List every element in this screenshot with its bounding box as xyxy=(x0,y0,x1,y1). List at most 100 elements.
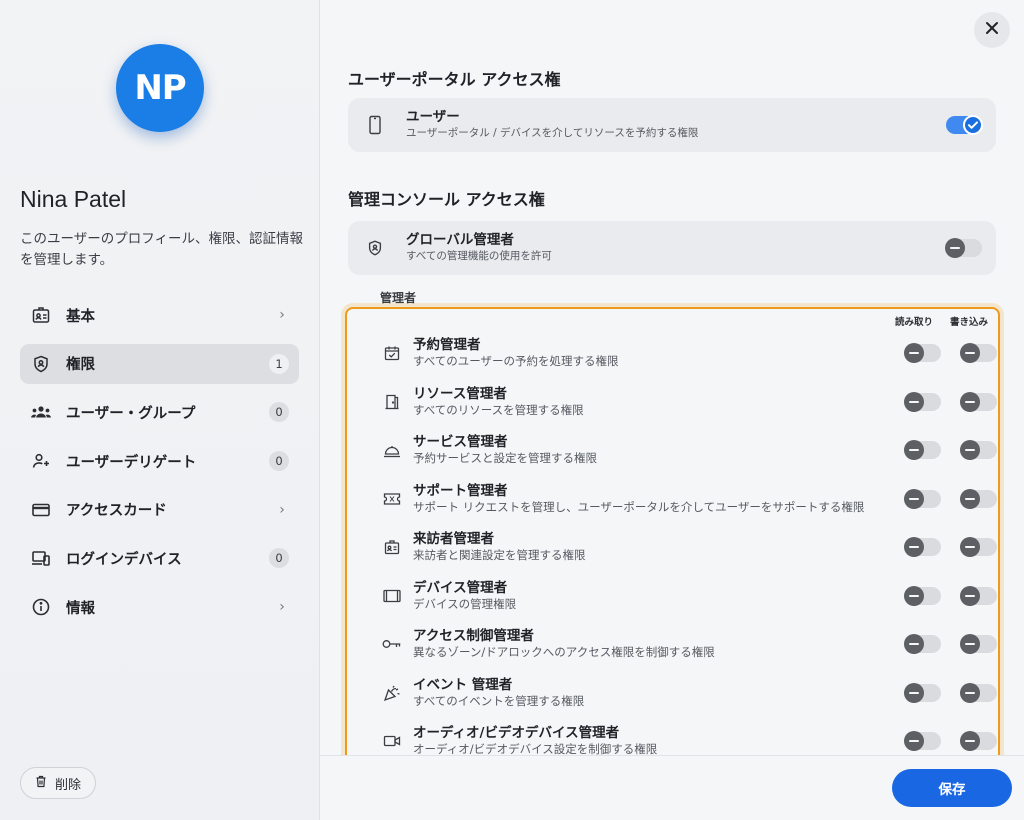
write-toggle[interactable] xyxy=(960,488,997,509)
role-title: 予約管理者 xyxy=(413,337,481,353)
sidebar-item-label: 権限 xyxy=(66,357,95,374)
save-button[interactable]: 保存 xyxy=(892,769,1012,807)
admin-role-row: サービス管理者 予約サービスと設定を管理する権限 xyxy=(381,430,1001,470)
read-toggle[interactable] xyxy=(904,682,941,703)
role-subtitle: すべてのリソースを管理する権限 xyxy=(413,402,584,417)
write-toggle[interactable] xyxy=(960,731,997,751)
admin-role-row: アクセス制御管理者 異なるゾーン/ドアロックへのアクセス権限を制御する権限 xyxy=(381,624,1001,664)
admin-role-row: デバイス管理者 デバイスの管理権限 xyxy=(381,576,1001,616)
chevron-right-icon: › xyxy=(279,599,285,616)
read-toggle[interactable] xyxy=(904,440,941,460)
panel-footer: 保存 xyxy=(320,755,1024,820)
role-title: 来訪者管理者 xyxy=(413,531,494,547)
role-subtitle: デバイスの管理権限 xyxy=(413,596,517,611)
portal-access-card: ユーザー ユーザーポータル / デバイスを介してリソースを予約する権限 xyxy=(348,98,996,152)
delete-label: 削除 xyxy=(55,777,82,793)
global-admin-title: グローバル管理者 xyxy=(406,232,514,248)
group-icon xyxy=(30,401,52,423)
close-button[interactable] xyxy=(974,12,1010,48)
chevron-right-icon: › xyxy=(279,307,285,323)
role-title: オーディオ/ビデオデバイス管理者 xyxy=(413,725,620,741)
admin-role-row: リソース管理者 すべてのリソースを管理する権限 xyxy=(381,382,1001,422)
role-title: サービス管理者 xyxy=(413,434,508,450)
close-icon xyxy=(984,20,1000,40)
sidebar-item-label: 基本 xyxy=(66,308,95,325)
write-toggle[interactable] xyxy=(960,440,997,460)
portal-access-title: ユーザー xyxy=(406,109,460,125)
role-title: サポート管理者 xyxy=(413,482,508,499)
sidebar-item-login-devices[interactable]: ログインデバイス 0 xyxy=(20,538,299,578)
write-toggle[interactable] xyxy=(960,585,997,606)
permissions-panel: ユーザーポータル アクセス権 ユーザー ユーザーポータル / デバイスを介してリ… xyxy=(320,0,1024,820)
sidebar-item-basic[interactable]: 基本 › xyxy=(20,295,299,335)
sidebar-item-label: ユーザー・グループ xyxy=(66,405,196,422)
admin-roles-list: 読み取り 書き込み 予約管理者 すべてのユーザーの予約を処理する権限 リソース管… xyxy=(345,307,1000,820)
sidebar-item-info[interactable]: 情報 › xyxy=(20,587,299,627)
visitor-badge-icon xyxy=(381,539,403,555)
shield-icon xyxy=(364,239,386,257)
write-toggle[interactable] xyxy=(960,682,997,703)
calendar-check-icon xyxy=(381,345,403,361)
admin-section-label: 管理者 xyxy=(380,291,417,305)
admin-role-row: 来訪者管理者 来訪者と関連設定を管理する権限 xyxy=(381,527,1001,567)
sidebar-item-access-cards[interactable]: アクセスカード › xyxy=(20,490,299,530)
write-toggle[interactable] xyxy=(960,343,997,363)
portal-access-toggle[interactable] xyxy=(946,115,983,135)
delete-button[interactable]: 削除 xyxy=(20,767,97,799)
read-toggle[interactable] xyxy=(904,391,941,412)
read-toggle[interactable] xyxy=(904,634,941,654)
ticket-icon xyxy=(381,492,403,506)
role-subtitle: すべてのイベントを管理する権限 xyxy=(413,693,585,708)
role-title: アクセス制御管理者 xyxy=(413,628,534,644)
devices-icon xyxy=(30,547,52,569)
write-toggle[interactable] xyxy=(960,634,997,654)
service-bell-icon xyxy=(381,442,403,458)
role-title: リソース管理者 xyxy=(413,385,507,402)
write-toggle[interactable] xyxy=(960,537,997,557)
video-camera-icon xyxy=(381,734,403,748)
global-admin-subtitle: すべての管理機能の使用を許可 xyxy=(406,250,552,262)
global-admin-card: グローバル管理者 すべての管理機能の使用を許可 xyxy=(348,221,996,275)
role-title: デバイス管理者 xyxy=(413,579,508,596)
chevron-right-icon: › xyxy=(279,501,285,518)
role-subtitle: 異なるゾーン/ドアロックへのアクセス権限を制御する権限 xyxy=(413,645,715,659)
sidebar-item-label: 情報 xyxy=(66,600,95,617)
sidebar-item-user-groups[interactable]: ユーザー・グループ 0 xyxy=(20,392,299,432)
read-toggle[interactable] xyxy=(904,488,941,509)
read-toggle[interactable] xyxy=(904,585,941,606)
sidebar-nav: 基本 › 権限 1 ユーザー・グループ 0 ユーザーデリゲート 0 アクセスカー… xyxy=(20,295,299,636)
sidebar-item-permissions[interactable]: 権限 1 xyxy=(20,343,299,384)
user-name: Nina Patel xyxy=(20,186,127,212)
id-card-icon xyxy=(30,304,52,326)
role-title: イベント 管理者 xyxy=(413,676,513,693)
portal-section-title: ユーザーポータル アクセス権 xyxy=(348,70,561,89)
console-section-title: 管理コンソール アクセス権 xyxy=(348,190,545,209)
user-description: このユーザーのプロフィール、権限、認証情報を管理します。 xyxy=(20,231,303,268)
portal-access-subtitle: ユーザーポータル / デバイスを介してリソースを予約する権限 xyxy=(406,127,699,139)
count-badge: 0 xyxy=(269,548,289,569)
phone-icon xyxy=(364,115,386,135)
count-badge: 0 xyxy=(269,451,289,472)
global-admin-toggle[interactable] xyxy=(945,238,982,258)
read-toggle[interactable] xyxy=(904,537,941,557)
read-column-header: 読み取り xyxy=(895,317,934,328)
key-icon xyxy=(381,638,403,650)
checkmark-icon xyxy=(963,115,983,135)
count-badge: 0 xyxy=(269,402,289,423)
read-toggle[interactable] xyxy=(904,731,941,751)
sidebar-item-label: アクセスカード xyxy=(66,503,167,520)
avatar: NP xyxy=(116,44,204,132)
admin-role-row: サポート管理者 サポート リクエストを管理し、ユーザーポータルを介してユーザーを… xyxy=(381,479,1001,519)
sidebar-item-label: ログインデバイス xyxy=(66,551,182,568)
sidebar-item-label: ユーザーデリゲート xyxy=(66,454,197,471)
write-column-header: 書き込み xyxy=(950,317,989,328)
write-toggle[interactable] xyxy=(960,391,997,412)
credit-card-icon xyxy=(30,499,52,521)
admin-role-row: イベント 管理者 すべてのイベントを管理する権限 xyxy=(381,673,1001,713)
read-toggle[interactable] xyxy=(904,343,941,363)
door-icon xyxy=(381,394,403,410)
sidebar-item-user-delegates[interactable]: ユーザーデリゲート 0 xyxy=(20,441,299,481)
admin-role-row: 予約管理者 すべてのユーザーの予約を処理する権限 xyxy=(381,333,1001,373)
tablet-icon xyxy=(381,589,403,603)
party-popper-icon xyxy=(381,684,403,702)
